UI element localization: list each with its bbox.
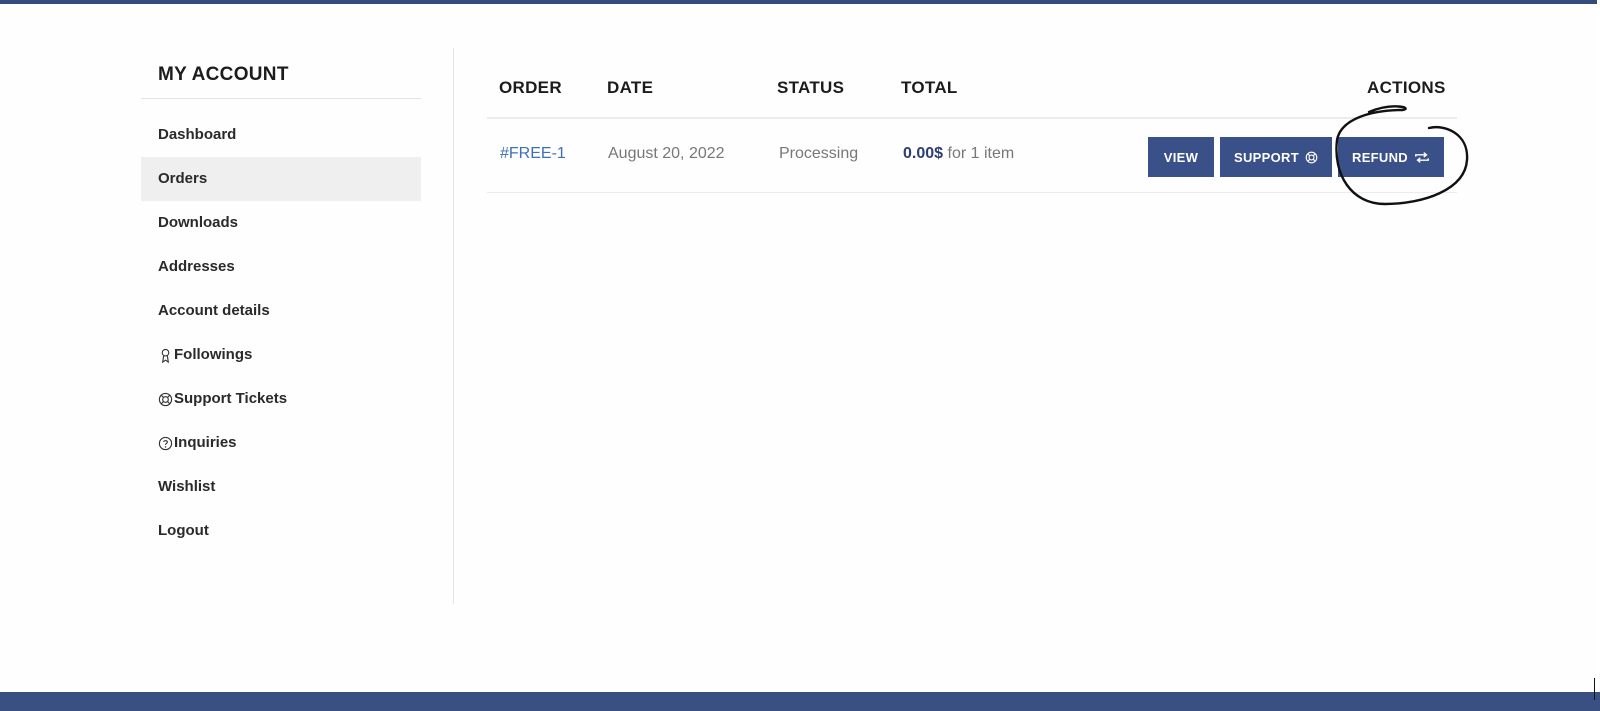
support-button[interactable]: SUPPORT xyxy=(1220,137,1332,177)
nav-item-downloads[interactable]: Downloads xyxy=(141,201,421,245)
table-row: #FREE-1 August 20, 2022 Processing 0.00$… xyxy=(487,119,1457,193)
view-button[interactable]: VIEW xyxy=(1148,137,1214,177)
nav-item-inquiries[interactable]: Inquiries xyxy=(141,421,421,465)
nav-item-label: Orders xyxy=(158,170,208,187)
support-button-label: SUPPORT xyxy=(1234,149,1299,165)
order-total: 0.00$ for 1 item xyxy=(903,145,1014,163)
col-header-order: ORDER xyxy=(499,78,562,97)
lifebuoy-icon xyxy=(158,392,173,406)
order-total-amount: 0.00$ xyxy=(903,145,944,162)
nav-item-label: Inquiries xyxy=(174,434,237,451)
order-date: August 20, 2022 xyxy=(608,145,725,162)
order-number-link[interactable]: #FREE-1 xyxy=(500,145,566,163)
order-total-suffix: for 1 item xyxy=(943,145,1015,162)
nav-item-logout[interactable]: Logout xyxy=(141,509,421,553)
nav-item-followings[interactable]: Followings xyxy=(141,333,421,377)
col-header-date: DATE xyxy=(607,78,654,97)
nav-item-label: Support Tickets xyxy=(174,390,288,407)
col-header-actions: ACTIONS xyxy=(1367,78,1446,97)
nav-item-label: Account details xyxy=(158,302,270,319)
col-header-total: TOTAL xyxy=(901,78,958,97)
top-accent-bar xyxy=(0,0,1600,4)
nav-item-label: Wishlist xyxy=(158,478,216,495)
orders-table: ORDER DATE STATUS TOTAL ACTIONS #FREE-1 … xyxy=(487,60,1457,193)
nav-item-wishlist[interactable]: Wishlist xyxy=(141,465,421,509)
refund-button-label: REFUND xyxy=(1352,149,1408,165)
nav-item-orders[interactable]: Orders xyxy=(141,157,421,201)
col-header-status: STATUS xyxy=(777,78,845,97)
nav-item-label: Logout xyxy=(158,522,209,539)
footer-bar xyxy=(0,692,1600,711)
nav-item-account-details[interactable]: Account details xyxy=(141,289,421,333)
nav-item-support-tickets[interactable]: Support Tickets xyxy=(141,377,421,421)
account-sidebar: MY ACCOUNT Dashboard Orders Downloads Ad… xyxy=(141,48,421,553)
nav-item-label: Addresses xyxy=(158,258,235,275)
nav-item-dashboard[interactable]: Dashboard xyxy=(141,113,421,157)
nav-item-label: Downloads xyxy=(158,214,239,231)
content-divider xyxy=(453,48,454,604)
nav-item-addresses[interactable]: Addresses xyxy=(141,245,421,289)
refund-button[interactable]: REFUND xyxy=(1338,137,1444,177)
badge-icon xyxy=(161,348,170,363)
question-circle-icon xyxy=(158,436,173,450)
footer-tick-mark xyxy=(1594,678,1595,700)
nav-item-label: Followings xyxy=(174,346,253,363)
view-button-label: VIEW xyxy=(1163,149,1199,165)
order-status: Processing xyxy=(779,145,859,162)
table-header: ORDER DATE STATUS TOTAL ACTIONS xyxy=(487,60,1457,119)
nav-item-label: Dashboard xyxy=(158,126,237,143)
lifebuoy-icon xyxy=(1305,151,1318,163)
account-nav: Dashboard Orders Downloads Addresses Acc… xyxy=(141,113,421,553)
sidebar-title: MY ACCOUNT xyxy=(141,48,421,99)
repeat-icon xyxy=(1415,151,1429,163)
